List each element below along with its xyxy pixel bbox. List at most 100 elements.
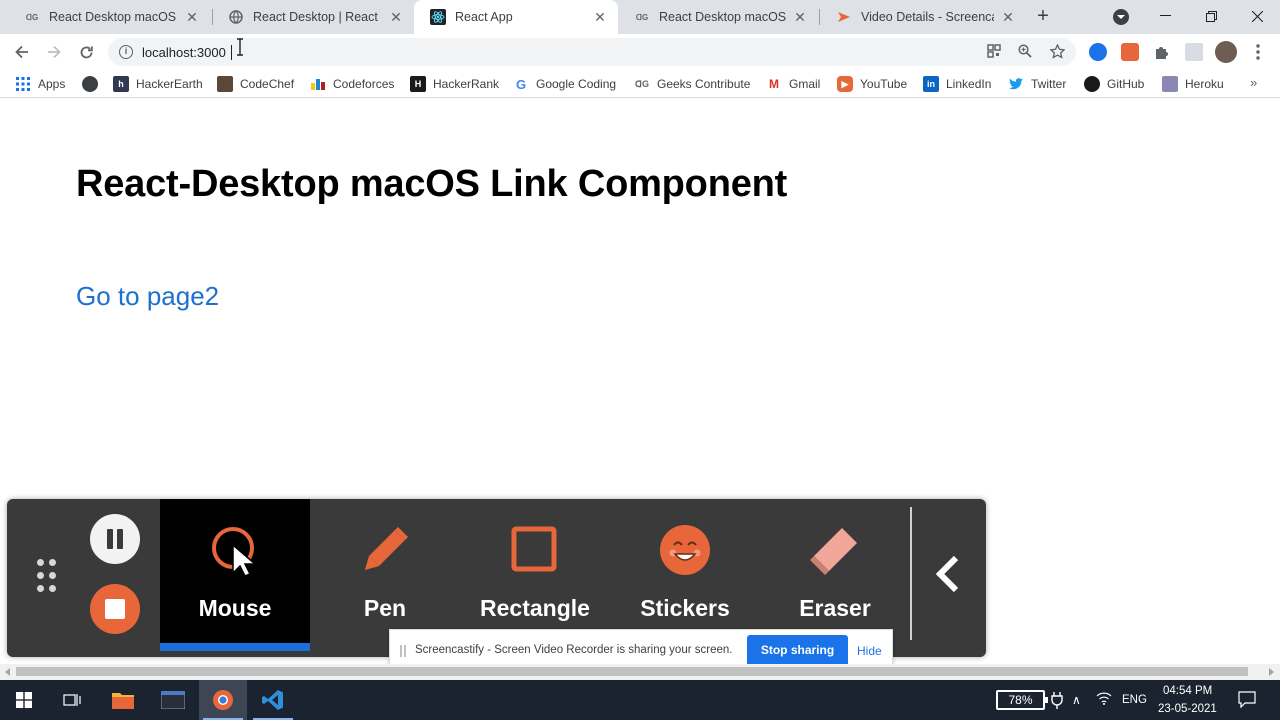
tool-stickers[interactable]: Stickers [610, 499, 760, 649]
avatar[interactable] [1215, 41, 1237, 63]
language-indicator[interactable]: ENG [1122, 694, 1147, 706]
tool-rectangle[interactable]: Rectangle [460, 499, 610, 649]
bookmark-youtube[interactable]: ▶ YouTube [837, 75, 907, 93]
bookmark-label: Codeforces [333, 77, 395, 91]
forward-arrow-icon[interactable] [42, 41, 66, 63]
tool-pen[interactable]: Pen [310, 499, 460, 649]
vscode-icon[interactable] [249, 680, 297, 720]
stop-recording-button[interactable] [90, 584, 140, 634]
reading-list-icon[interactable] [1185, 43, 1203, 61]
gfg-icon: ᗡG [25, 12, 39, 22]
windows-taskbar: ∧ ENG 04:54 PM 23-05-2021 [0, 680, 1280, 720]
site-info-icon[interactable]: i [119, 45, 133, 59]
close-icon[interactable]: ✕ [792, 9, 808, 25]
pause-recording-button[interactable] [90, 514, 140, 564]
bookmark-globe[interactable] [82, 75, 105, 93]
bookmark-github[interactable]: GitHub [1084, 75, 1144, 93]
tab-title: Video Details - Screencast [861, 10, 994, 24]
bookmark-geeks-contribute[interactable]: ᗡG Geeks Contribute [634, 75, 750, 93]
task-view-icon[interactable] [48, 680, 96, 720]
tab-title: React Desktop | React UI C [253, 10, 382, 24]
bookmark-hackerrank[interactable]: H HackerRank [410, 75, 499, 93]
bookmark-label: Apps [38, 77, 66, 91]
office-extension-icon[interactable] [1121, 43, 1139, 61]
go-to-page2-link[interactable]: Go to page2 [76, 281, 219, 312]
hackerearth-icon: h [113, 76, 129, 92]
file-explorer-icon[interactable] [99, 680, 147, 720]
notifications-icon[interactable] [1238, 690, 1256, 711]
windows-start-icon[interactable] [0, 680, 48, 720]
bookmark-heroku[interactable]: Heroku [1162, 75, 1224, 93]
hide-button[interactable]: Hide [857, 644, 882, 658]
bookmark-star-icon[interactable] [1048, 43, 1066, 60]
page-title: React-Desktop macOS Link Component [76, 163, 788, 205]
show-hidden-icons-chevron-icon[interactable]: ∧ [1072, 693, 1081, 707]
menu-kebab-icon[interactable] [1246, 41, 1270, 63]
qr-code-icon[interactable] [986, 44, 1002, 60]
collapse-chevron-icon[interactable] [932, 554, 966, 594]
grammarly-icon[interactable] [1089, 43, 1107, 61]
extensions-puzzle-icon[interactable] [1153, 43, 1171, 61]
codechef-icon [217, 76, 233, 92]
sharing-message: Screencastify - Screen Video Recorder is… [415, 644, 733, 656]
tool-mouse[interactable]: Mouse [160, 499, 310, 651]
bookmark-hackerearth[interactable]: h HackerEarth [113, 75, 203, 93]
back-arrow-icon[interactable] [10, 41, 34, 63]
bookmark-label: Twitter [1031, 77, 1067, 91]
smiley-sticker-icon [660, 525, 710, 575]
bookmark-codeforces[interactable]: Codeforces [310, 75, 394, 93]
close-icon[interactable]: ✕ [388, 9, 404, 25]
scroll-left-arrow-icon[interactable] [5, 668, 10, 676]
bookmark-label: CodeChef [240, 77, 295, 91]
tab-title: React Desktop macOS But [659, 10, 786, 24]
tab-react-desktop-ui[interactable]: React Desktop | React UI C ✕ [212, 0, 414, 34]
more-bookmarks-chevron-icon[interactable]: » [1250, 75, 1257, 90]
terminal-app-icon[interactable] [149, 680, 197, 720]
close-icon[interactable]: ✕ [1000, 9, 1016, 25]
pen-icon [365, 527, 408, 570]
text-caret [231, 45, 232, 60]
bookmark-codechef[interactable]: CodeChef [217, 75, 294, 93]
minimize-icon[interactable] [1142, 0, 1188, 32]
address-bar[interactable]: i localhost:3000 [108, 38, 1076, 66]
hackerrank-icon: H [410, 76, 426, 92]
reload-icon[interactable] [74, 41, 98, 63]
address-url[interactable]: localhost:3000 [142, 45, 226, 60]
wifi-icon[interactable] [1096, 691, 1112, 708]
drag-handle-icon[interactable] [37, 559, 57, 597]
stop-sharing-button[interactable]: Stop sharing [747, 635, 848, 666]
clock-date[interactable]: 23-05-2021 [1158, 703, 1217, 715]
scrollbar-thumb[interactable] [16, 667, 1248, 676]
tab-react-app[interactable]: React App ✕ [414, 0, 618, 34]
battery-indicator[interactable]: 78% [996, 690, 1048, 710]
bookmark-gmail[interactable]: M Gmail [766, 75, 820, 93]
bookmark-label: Geeks Contribute [657, 77, 751, 91]
close-window-icon[interactable] [1234, 0, 1280, 32]
chrome-icon[interactable] [199, 680, 247, 720]
tab-react-desktop-macos-link[interactable]: ᗡG React Desktop macOS Link ✕ [8, 0, 210, 34]
tab-title: React App [455, 10, 513, 24]
zoom-icon[interactable] [1017, 44, 1033, 60]
close-icon[interactable]: ✕ [184, 9, 200, 25]
tab-search-icon[interactable] [1113, 9, 1129, 25]
drag-handle-icon[interactable] [400, 645, 406, 657]
bookmark-twitter[interactable]: Twitter [1008, 75, 1066, 93]
bookmark-apps[interactable]: Apps [15, 75, 65, 93]
bookmark-label: GitHub [1107, 77, 1145, 91]
bookmark-linkedin[interactable]: in LinkedIn [923, 75, 991, 93]
bookmarks-bar: Apps h HackerEarth CodeChef Codeforces H… [0, 70, 1280, 98]
tool-label: Mouse [198, 595, 272, 621]
bookmark-label: LinkedIn [946, 77, 992, 91]
restore-icon[interactable] [1188, 0, 1234, 32]
new-tab-button[interactable]: + [1032, 6, 1054, 27]
clock-time[interactable]: 04:54 PM [1163, 685, 1212, 697]
scroll-right-arrow-icon[interactable] [1269, 668, 1274, 676]
codeforces-icon [310, 76, 326, 92]
tab-react-desktop-macos-button[interactable]: ᗡG React Desktop macOS But ✕ [618, 0, 818, 34]
horizontal-scrollbar[interactable] [0, 664, 1280, 680]
browser-tab-strip: ᗡG React Desktop macOS Link ✕ React Desk… [0, 0, 1280, 34]
close-icon[interactable]: ✕ [592, 9, 608, 25]
bookmark-google-coding[interactable]: G Google Coding [513, 75, 616, 93]
tab-video-details[interactable]: Video Details - Screencast ✕ [820, 0, 1026, 34]
tool-eraser[interactable]: Eraser [760, 499, 910, 649]
